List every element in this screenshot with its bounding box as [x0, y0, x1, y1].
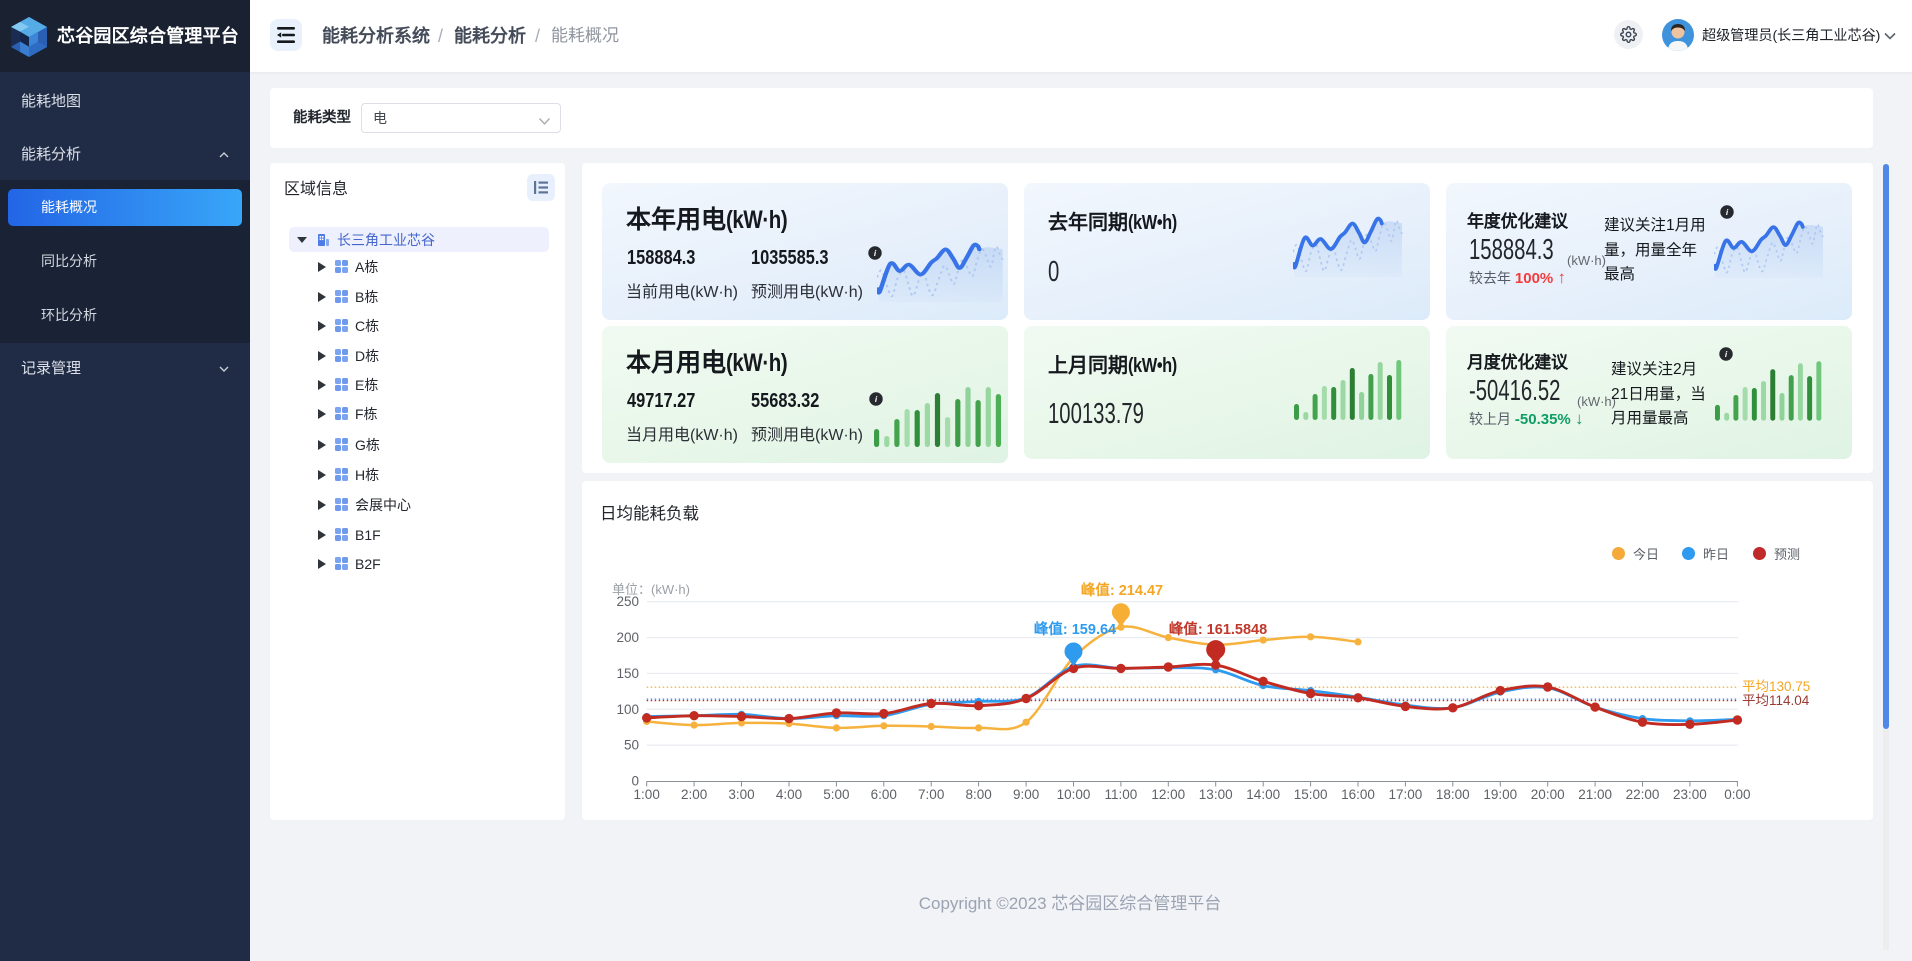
svg-text:0:00: 0:00 — [1724, 787, 1750, 802]
svg-text:19:00: 19:00 — [1483, 787, 1517, 802]
svg-text:9:00: 9:00 — [1013, 787, 1039, 802]
svg-text:100: 100 — [616, 702, 639, 717]
svg-text:50: 50 — [624, 738, 639, 753]
svg-text:单位：(kW·h): 单位：(kW·h) — [612, 582, 690, 597]
svg-text:10:00: 10:00 — [1057, 787, 1091, 802]
svg-text:3:00: 3:00 — [728, 787, 754, 802]
svg-text:5:00: 5:00 — [823, 787, 849, 802]
svg-text:11:00: 11:00 — [1105, 787, 1138, 802]
svg-text:17:00: 17:00 — [1389, 787, 1423, 802]
svg-text:18:00: 18:00 — [1436, 787, 1470, 802]
svg-text:12:00: 12:00 — [1151, 787, 1185, 802]
svg-text:13:00: 13:00 — [1199, 787, 1233, 802]
svg-text:150: 150 — [616, 666, 639, 681]
svg-text:峰值: 159.64: 峰值: 159.64 — [1034, 620, 1116, 638]
svg-text:16:00: 16:00 — [1341, 787, 1375, 802]
svg-text:4:00: 4:00 — [776, 787, 802, 802]
svg-text:峰值: 214.47: 峰值: 214.47 — [1081, 581, 1163, 599]
svg-text:20:00: 20:00 — [1531, 787, 1565, 802]
svg-text:15:00: 15:00 — [1294, 787, 1328, 802]
svg-text:平均114.04: 平均114.04 — [1742, 693, 1810, 708]
svg-text:23:00: 23:00 — [1673, 787, 1707, 802]
svg-text:1:00: 1:00 — [634, 787, 660, 802]
svg-text:7:00: 7:00 — [918, 787, 944, 802]
svg-text:平均130.75: 平均130.75 — [1742, 679, 1810, 694]
svg-text:8:00: 8:00 — [965, 787, 991, 802]
svg-text:22:00: 22:00 — [1626, 787, 1660, 802]
svg-text:14:00: 14:00 — [1246, 787, 1280, 802]
svg-text:2:00: 2:00 — [681, 787, 707, 802]
svg-text:21:00: 21:00 — [1578, 787, 1612, 802]
svg-text:6:00: 6:00 — [871, 787, 897, 802]
svg-text:峰值: 161.5848: 峰值: 161.5848 — [1169, 620, 1267, 638]
svg-text:200: 200 — [616, 630, 639, 645]
